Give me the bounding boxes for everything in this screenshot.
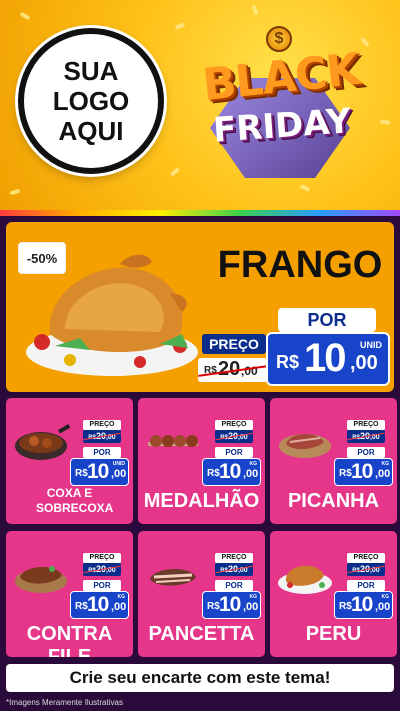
new-price-int: 10	[87, 460, 109, 483]
new-price: R$ 10,00 KG	[202, 591, 261, 619]
por-label: POR	[347, 580, 385, 591]
preco-label: PREÇO	[347, 553, 385, 563]
por-label: POR	[83, 580, 121, 591]
por-label: POR	[83, 447, 121, 458]
new-price: R$ 10 ,00 UNID	[266, 332, 390, 386]
unit-label: KG	[249, 461, 258, 467]
new-price-dec: ,00	[375, 468, 391, 480]
por-label: POR	[215, 580, 253, 591]
chicken-thigh-image	[12, 416, 71, 464]
new-price-int: 10	[304, 336, 346, 380]
product-name: PICANHA	[287, 490, 380, 512]
old-price: R$20,00	[215, 430, 253, 443]
new-price-dec: ,00	[111, 468, 127, 480]
new-price-currency: R$	[276, 352, 300, 372]
new-price-currency: R$	[339, 468, 352, 479]
old-price: R$ 20 ,00	[198, 358, 268, 382]
logo-text-line-3: AQUI	[58, 116, 124, 146]
preco-label: PREÇO	[347, 420, 385, 430]
new-price-dec: ,00	[375, 601, 391, 613]
pancetta-image	[144, 549, 202, 597]
unit-label: UNID	[360, 340, 382, 350]
preco-label: PREÇO	[83, 420, 121, 430]
contra-file-image	[12, 549, 70, 597]
picanha-image	[276, 416, 334, 464]
preco-label: PREÇO	[215, 420, 253, 430]
new-price-int: 10	[87, 593, 109, 616]
new-price: R$ 10,00 KG	[202, 458, 261, 486]
product-name: PANCETTA	[148, 623, 255, 645]
product-name: CONTRA FILE	[26, 623, 113, 657]
black-friday-badge: $ BLACK FRIDAY	[180, 18, 380, 188]
por-label: POR	[215, 447, 253, 458]
new-price-int: 10	[351, 593, 373, 616]
new-price-currency: R$	[207, 468, 220, 479]
discount-badge: -50%	[18, 242, 66, 274]
preco-label: PREÇO	[202, 334, 266, 354]
old-price: R$20,00	[347, 563, 385, 576]
logo-placeholder: SUA LOGO AQUI	[18, 28, 164, 174]
product-card[interactable]: PREÇOR$20,00PORR$10,00KGPICANHA	[270, 398, 397, 524]
product-card[interactable]: PREÇOR$20,00PORR$10,00KGPERU	[270, 531, 397, 657]
cta-banner[interactable]: Crie seu encarte com este tema!	[6, 664, 394, 692]
new-price-dec: ,00	[111, 601, 127, 613]
product-card[interactable]: PREÇOR$20,00PORR$10,00UNIDCOXA E SOBRECO…	[6, 398, 133, 524]
product-card[interactable]: PREÇOR$20,00PORR$10,00KGMEDALHÃO	[138, 398, 265, 524]
turkey-image	[276, 549, 334, 597]
logo-text-line-2: LOGO	[52, 86, 130, 116]
new-price-dec: ,00	[243, 601, 259, 613]
por-label: POR	[278, 308, 376, 332]
medallion-image	[144, 416, 202, 464]
new-price: R$ 10,00 KG	[70, 591, 129, 619]
new-price: R$ 10,00 KG	[334, 458, 393, 486]
unit-label: KG	[249, 594, 258, 600]
unit-label: UNID	[112, 461, 125, 467]
product-name: MEDALHÃO	[143, 490, 260, 512]
old-price: R$20,00	[347, 430, 385, 443]
featured-product-title: FRANGO	[217, 244, 383, 286]
new-price-int: 10	[219, 593, 241, 616]
product-card[interactable]: PREÇOR$20,00PORR$10,00KGPANCETTA	[138, 531, 265, 657]
preco-label: PREÇO	[83, 553, 121, 563]
footnote: *Imagens Meramente Ilustrativas	[6, 698, 123, 707]
coin-icon: $	[266, 26, 292, 52]
new-price: R$ 10,00 UNID	[70, 458, 129, 486]
rainbow-divider	[0, 210, 400, 216]
old-price: R$20,00	[83, 430, 121, 443]
new-price-int: 10	[351, 460, 373, 483]
featured-product-card[interactable]: -50% FRANGO PREÇO R$ 20 ,00 POR R$ 10 ,0…	[6, 222, 394, 392]
old-price: R$20,00	[215, 563, 253, 576]
new-price-currency: R$	[207, 601, 220, 612]
new-price-dec: ,00	[350, 352, 378, 374]
header-banner: SUA LOGO AQUI $ BLACK FRIDAY	[0, 0, 400, 212]
new-price: R$ 10,00 KG	[334, 591, 393, 619]
new-price-dec: ,00	[243, 468, 259, 480]
unit-label: KG	[381, 594, 390, 600]
logo-text-line-1: SUA	[63, 56, 119, 86]
preco-label: PREÇO	[215, 553, 253, 563]
product-name: COXA E SOBRECOXA	[36, 486, 114, 515]
new-price-currency: R$	[75, 601, 88, 612]
unit-label: KG	[117, 594, 126, 600]
unit-label: KG	[381, 461, 390, 467]
old-price: R$20,00	[83, 563, 121, 576]
new-price-currency: R$	[75, 468, 88, 479]
por-label: POR	[347, 447, 385, 458]
product-card[interactable]: PREÇOR$20,00PORR$10,00KGCONTRA FILE	[6, 531, 133, 657]
new-price-currency: R$	[339, 601, 352, 612]
product-name: PERU	[305, 623, 362, 645]
new-price-int: 10	[219, 460, 241, 483]
